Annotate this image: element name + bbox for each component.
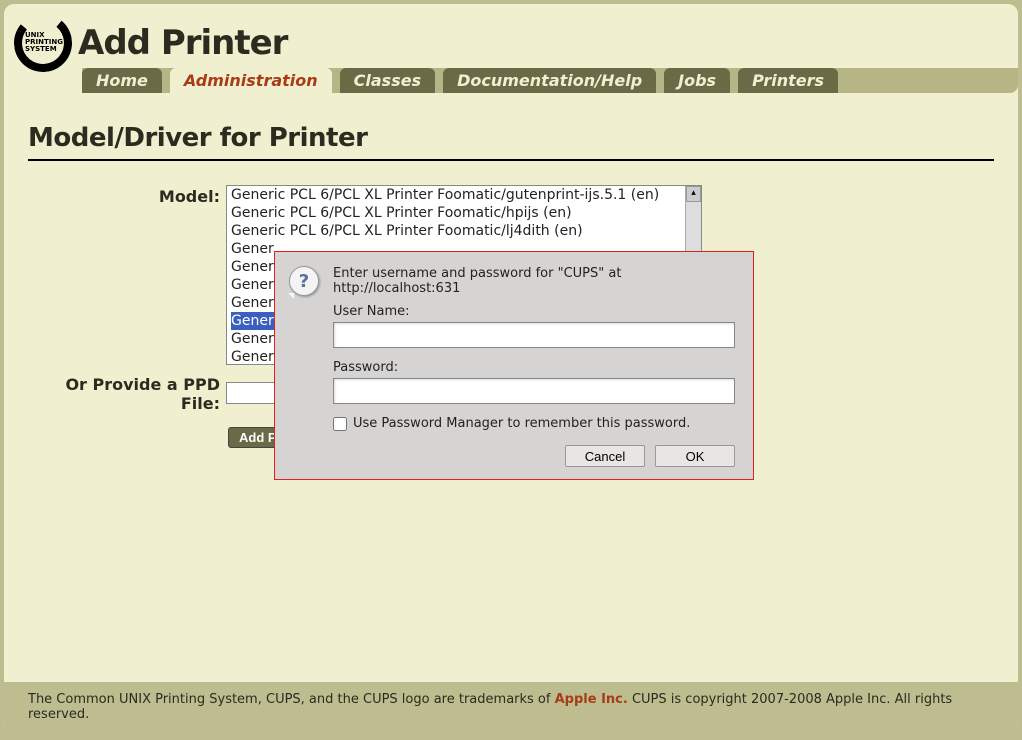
nav-tab-classes[interactable]: Classes: [340, 68, 435, 93]
model-option[interactable]: Generic PCL 6/PCL XL Printer Foomatic/lj…: [231, 222, 701, 240]
model-option[interactable]: Generic PCL 6/PCL XL Printer Foomatic/hp…: [231, 204, 701, 222]
nav-tab-printers[interactable]: Printers: [738, 68, 838, 93]
cups-logo: UNIX PRINTING SYSTEM: [14, 14, 72, 72]
auth-message: Enter username and password for "CUPS" a…: [333, 266, 735, 296]
username-label: User Name:: [333, 304, 735, 319]
footer: The Common UNIX Printing System, CUPS, a…: [4, 682, 1018, 732]
remember-checkbox[interactable]: [333, 417, 347, 431]
nav-tab-home[interactable]: Home: [82, 68, 162, 93]
remember-checkbox-row[interactable]: Use Password Manager to remember this pa…: [333, 416, 735, 431]
section-title: Model/Driver for Printer: [28, 123, 994, 161]
page-title: Add Printer: [78, 23, 287, 63]
ok-button[interactable]: OK: [655, 445, 735, 467]
model-label: Model:: [28, 185, 226, 206]
nav-tabs: Home Administration Classes Documentation/H…: [82, 68, 1018, 93]
auth-dialog: ? Enter username and password for "CUPS"…: [274, 251, 754, 480]
scroll-up-icon[interactable]: ▴: [686, 186, 701, 202]
nav-tab-documentation-help[interactable]: Documentation/Help: [443, 68, 656, 93]
remember-label: Use Password Manager to remember this pa…: [353, 416, 690, 431]
model-option[interactable]: Generic PCL 6/PCL XL Printer Foomatic/gu…: [231, 186, 701, 204]
nav-tab-administration[interactable]: Administration: [170, 68, 332, 93]
ppd-label: Or Provide a PPD File:: [28, 373, 226, 413]
logo-text: UNIX PRINTING SYSTEM: [25, 32, 63, 53]
password-label: Password:: [333, 360, 735, 375]
cancel-button[interactable]: Cancel: [565, 445, 645, 467]
question-icon: ?: [289, 266, 319, 296]
footer-text-pre: The Common UNIX Printing System, CUPS, a…: [28, 692, 555, 707]
password-input[interactable]: [333, 378, 735, 404]
username-input[interactable]: [333, 322, 735, 348]
nav-tab-jobs[interactable]: Jobs: [664, 68, 730, 93]
footer-brand[interactable]: Apple Inc.: [555, 692, 628, 707]
